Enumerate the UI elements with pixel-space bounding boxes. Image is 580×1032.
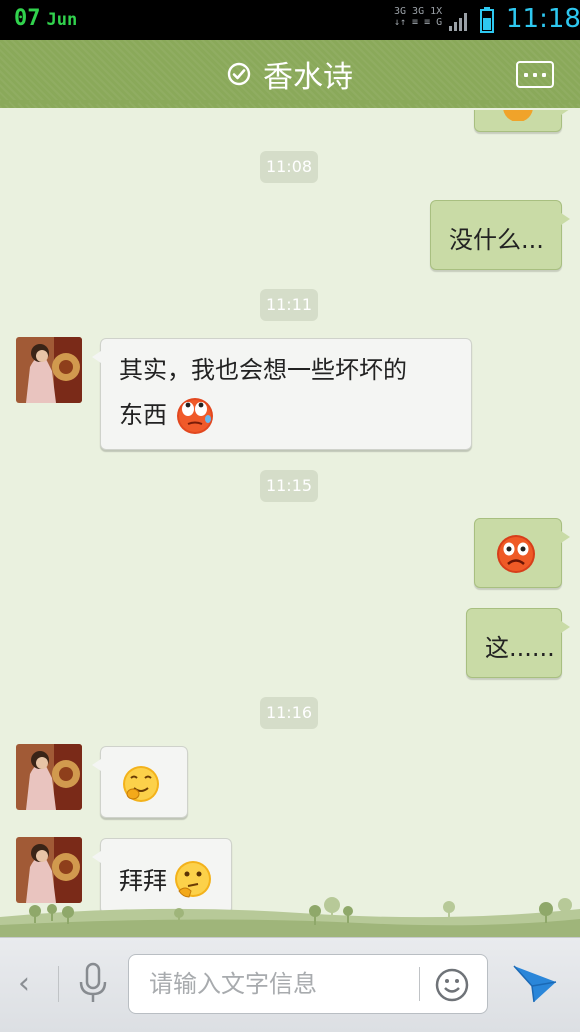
header-scallop xyxy=(0,100,580,110)
message-input-bar: ‹ xyxy=(0,937,580,1032)
avatar-image xyxy=(16,337,82,403)
send-icon[interactable] xyxy=(512,962,558,1004)
timestamp: 11:11 xyxy=(260,289,318,321)
message-text: 这...... xyxy=(485,634,555,662)
message-text: 拜拜 xyxy=(119,867,167,895)
menu-dot xyxy=(524,73,528,77)
emoji-picker-icon[interactable] xyxy=(435,968,469,1002)
contact-avatar[interactable] xyxy=(16,337,82,403)
status-day: 07 xyxy=(14,6,41,31)
status-bar: 07 Jun 3G 3G 1X ↓↑ ≡ ≡ G 11:18 xyxy=(0,0,580,40)
microphone-icon[interactable] xyxy=(76,962,110,1004)
network-top: 3G 3G 1X xyxy=(394,6,443,17)
divider xyxy=(58,966,59,1002)
message-text: 其实，我也会想一些坏坏的 xyxy=(119,356,407,384)
message-bubble-incoming[interactable] xyxy=(92,746,188,818)
thinking-emoji-icon xyxy=(175,861,211,898)
battery-icon xyxy=(480,7,494,33)
verified-check-icon xyxy=(227,62,251,86)
network-bottom: ↓↑ ≡ ≡ G xyxy=(394,17,443,28)
chat-message-list[interactable]: 11:08 没什么... 11:11 其实，我也会想一些坏坏的 东西 11:15… xyxy=(0,110,580,935)
status-month: Jun xyxy=(46,10,78,30)
contact-avatar[interactable] xyxy=(16,744,82,810)
message-bubble-outgoing[interactable] xyxy=(474,518,570,588)
network-icon: 3G 3G 1X ↓↑ ≡ ≡ G xyxy=(394,6,442,28)
message-text: 东西 xyxy=(119,401,167,429)
message-text: 没什么... xyxy=(449,226,544,254)
message-input-box[interactable] xyxy=(128,954,488,1014)
status-time: 11:18 xyxy=(506,4,580,34)
menu-dot xyxy=(542,73,546,77)
timestamp: 11:15 xyxy=(260,470,318,502)
timestamp: 11:08 xyxy=(260,151,318,183)
timestamp: 11:16 xyxy=(260,697,318,729)
avatar-image xyxy=(16,837,82,903)
collapse-back-button[interactable]: ‹ xyxy=(18,966,30,1001)
contact-avatar[interactable] xyxy=(16,837,82,903)
chat-header: 香水诗 xyxy=(0,40,580,108)
message-bubble-partial[interactable] xyxy=(474,110,570,132)
message-bubble-outgoing[interactable]: 没什么... xyxy=(430,200,570,270)
shy-grin-emoji-icon xyxy=(123,766,159,802)
divider xyxy=(419,967,420,1001)
avatar-image xyxy=(16,744,82,810)
message-bubble-outgoing[interactable]: 这...... xyxy=(466,608,570,678)
contact-name: 香水诗 xyxy=(263,60,353,95)
message-line: 东西 xyxy=(119,389,471,439)
signal-icon xyxy=(449,13,467,31)
emoji-icon xyxy=(503,110,533,121)
landscape-decoration xyxy=(0,897,580,937)
message-bubble-incoming[interactable]: 其实，我也会想一些坏坏的 东西 xyxy=(92,338,472,450)
message-input[interactable] xyxy=(147,967,421,1001)
status-date: 07 Jun xyxy=(14,6,77,31)
menu-dot xyxy=(533,73,537,77)
sad-emoji-icon xyxy=(497,535,535,573)
header-title-area: 香水诗 xyxy=(0,40,580,108)
eye-roll-emoji-icon xyxy=(176,398,213,434)
chat-menu-button[interactable] xyxy=(516,61,554,88)
